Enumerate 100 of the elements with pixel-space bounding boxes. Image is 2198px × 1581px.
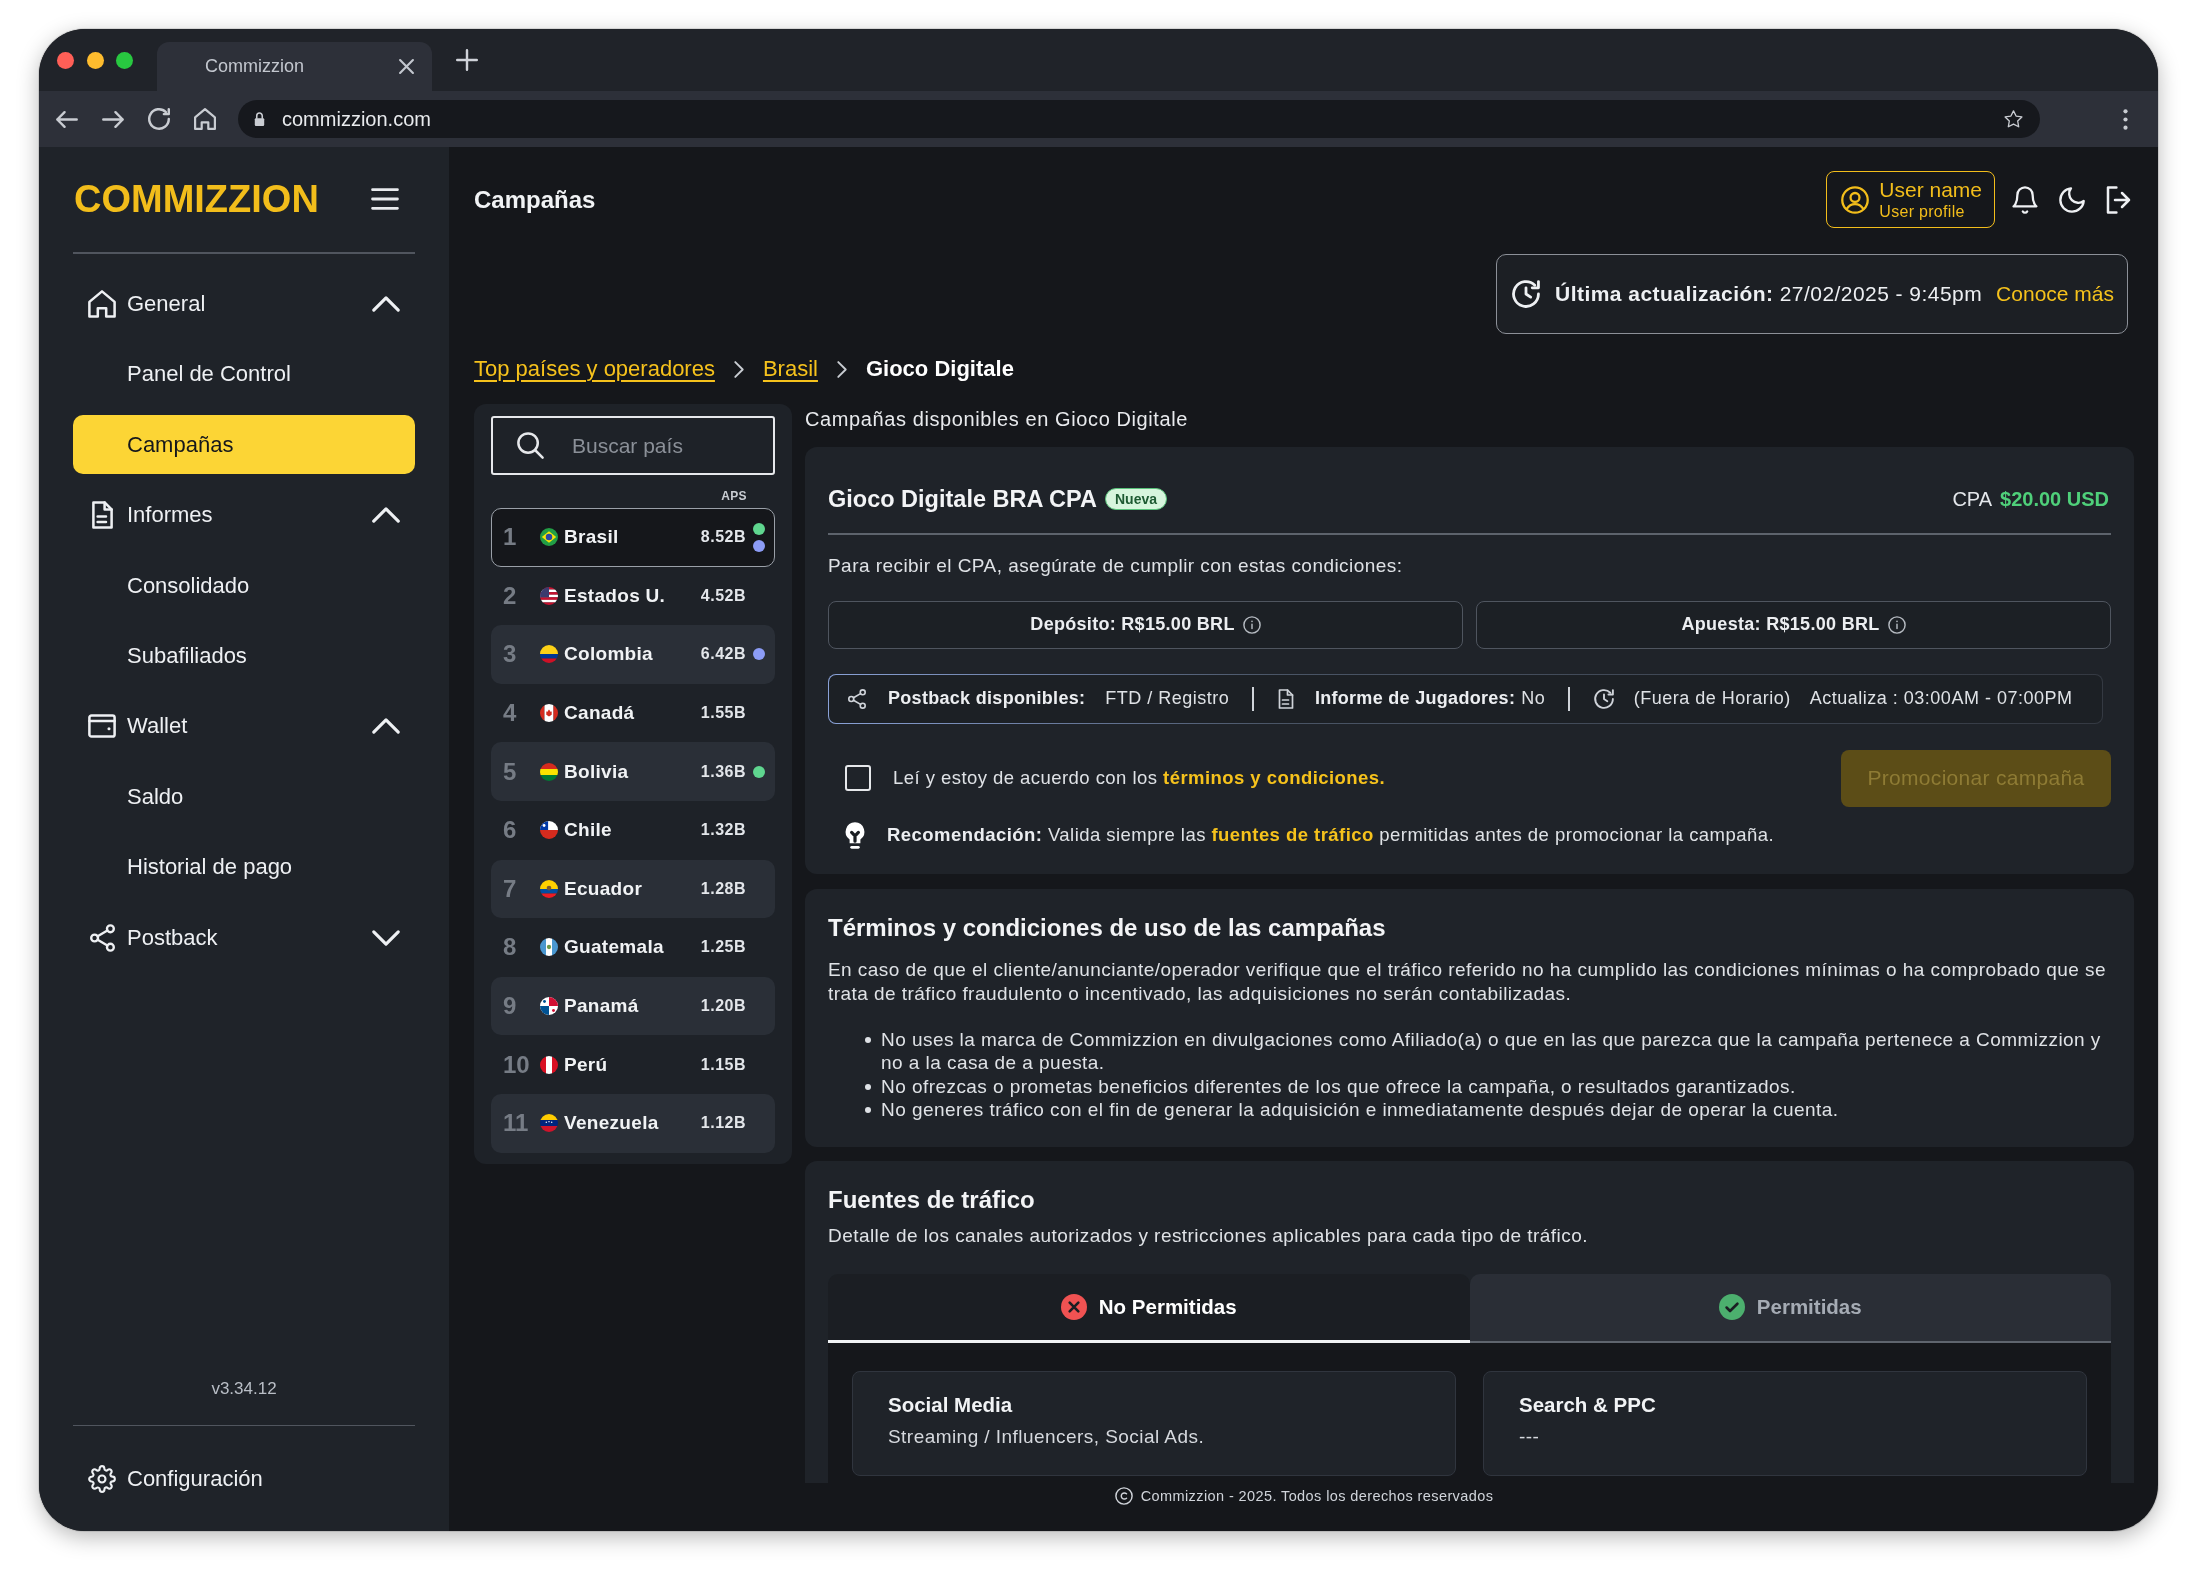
address-bar[interactable]: commizzion.com [238, 100, 2040, 138]
traffic-tab[interactable]: Permitidas [1469, 1273, 2111, 1343]
payout-amount: $20.00 USD [2000, 487, 2109, 511]
rule-text: No uses la marca de Commizzion en divulgaciones como Afiliado(a) o que en las que parezca que la campaña pertenece a Commizzion y no a la casa de a puesta. [881, 1027, 2102, 1075]
flag-icon [540, 879, 558, 898]
copyright-icon [1114, 1487, 1133, 1505]
document-icon [1277, 688, 1294, 709]
home-icon[interactable] [194, 108, 216, 130]
country-name: Perú [564, 1053, 609, 1076]
agreement-text: Leí y estoy de acuerdo con los términos y condiciones. [893, 767, 1387, 789]
country-row[interactable]: 1 Brasil 8.52B [491, 508, 775, 567]
browser-tab[interactable]: Commizzion [157, 42, 432, 91]
plus-icon[interactable] [456, 49, 478, 71]
info-icon[interactable] [1242, 615, 1261, 634]
country-name: Canadá [564, 702, 636, 725]
arrow-left-icon[interactable] [56, 110, 78, 128]
country-name: Venezuela [564, 1112, 660, 1135]
nav-item[interactable]: Subafiliados [73, 626, 415, 686]
country-row[interactable]: 11 Venezuela 1.12B [491, 1093, 775, 1153]
moon-icon[interactable] [2059, 185, 2085, 214]
traffic-sources-link[interactable]: fuentes de tráfico [1211, 824, 1374, 845]
lightbulb-icon [844, 820, 866, 850]
traffic-tab[interactable]: No Permitidas [828, 1273, 1470, 1343]
arrow-right-icon[interactable] [102, 110, 124, 128]
nav-item[interactable]: Campañas [73, 415, 415, 475]
payout-label: CPA [1952, 487, 1993, 511]
flag-icon [540, 997, 558, 1016]
country-name: Colombia [564, 643, 654, 666]
section-heading: Campañas disponibles en Gioco Digitale [805, 407, 1189, 432]
window-close-icon[interactable] [57, 51, 74, 69]
flag-icon [540, 821, 558, 840]
breadcrumb-link[interactable]: Brasil [762, 356, 818, 382]
check-circle-icon [1718, 1294, 1745, 1320]
schedule-status: (Fuera de Horario) [1633, 688, 1791, 709]
search-icon [517, 432, 544, 459]
menu-icon[interactable] [371, 188, 399, 210]
info-icon[interactable] [1887, 615, 1906, 634]
flag-icon [540, 645, 558, 664]
update-text: Última actualización: 27/02/2025 - 9:45pm [1555, 282, 1983, 306]
rank-number: 3 [503, 640, 518, 669]
lock-icon [254, 111, 265, 127]
source-name: Social Media [888, 1391, 1014, 1418]
learn-more-link[interactable]: Conoce más [1996, 282, 2114, 306]
bullet-icon [865, 1083, 871, 1090]
rank-number: 2 [503, 581, 518, 610]
nav-section-button[interactable]: Informes [73, 485, 415, 545]
reload-icon[interactable] [148, 108, 170, 130]
country-row[interactable]: 10 Perú 1.15B [491, 1035, 775, 1094]
country-row[interactable]: 2 Estados U. 4.52B [491, 566, 775, 626]
rank-number: 9 [503, 992, 518, 1021]
aps-value: 8.52B [700, 528, 746, 547]
country-row[interactable]: 8 Guatemala 1.25B [491, 918, 775, 977]
bell-icon[interactable] [2012, 185, 2038, 214]
search-field[interactable]: Buscar país [491, 416, 775, 475]
chevron-right-icon [836, 360, 847, 378]
rank-number: 10 [503, 1050, 531, 1079]
version-label: v3.34.12 [210, 1377, 278, 1400]
logout-icon[interactable] [2106, 185, 2131, 214]
nav-section-button[interactable]: Postback [73, 908, 415, 967]
bullet-icon [865, 1107, 871, 1113]
country-name: Chile [564, 819, 613, 842]
country-row[interactable]: 7 Ecuador 1.28B [491, 859, 775, 919]
window-maximize-icon[interactable] [116, 51, 133, 69]
source-detail: --- [1519, 1424, 1541, 1449]
nav-item[interactable]: Panel de Control [73, 344, 415, 404]
country-row[interactable]: 3 Colombia 6.42B [491, 625, 775, 684]
breadcrumb-link[interactable]: Top países y operadores [474, 356, 715, 382]
star-icon[interactable] [2004, 110, 2023, 128]
terms-link[interactable]: términos y condiciones [1163, 767, 1380, 788]
nav-item[interactable]: Consolidado [73, 556, 415, 616]
postback-label: Postback disponibles: [888, 688, 1086, 709]
breadcrumb-current: Gioco Digitale [865, 356, 1014, 382]
country-row[interactable]: 4 Canadá 1.55B [491, 683, 775, 743]
wallet-icon [88, 714, 116, 739]
close-icon[interactable] [399, 59, 414, 74]
nav-section-button[interactable]: General [73, 274, 415, 334]
vertical-dots-icon[interactable] [2123, 108, 2128, 130]
country-row[interactable]: 9 Panamá 1.20B [491, 976, 775, 1036]
nav-section-button[interactable]: Wallet [73, 696, 415, 756]
nav-item[interactable]: Saldo [73, 767, 415, 827]
user-icon [1841, 185, 1870, 214]
window-minimize-icon[interactable] [86, 51, 104, 69]
aps-value: 1.28B [700, 879, 746, 898]
copyright-text: Commizzion - 2025. Todos los derechos reservados [1140, 1487, 1494, 1505]
rank-number: 6 [503, 816, 518, 845]
country-row[interactable]: 5 Bolivia 1.36B [491, 742, 775, 801]
column-header: APS [720, 489, 748, 503]
document-icon [92, 501, 113, 530]
conditions-intro: Para recibir el CPA, asegúrate de cumplir con estas condiciones: [828, 553, 1404, 578]
checkbox[interactable] [845, 765, 871, 791]
settings-nav-item[interactable]: Configuración [73, 1426, 415, 1531]
source-name: Search & PPC [1519, 1391, 1657, 1418]
country-row[interactable]: 6 Chile 1.32B [491, 800, 775, 860]
traffic-sources-title: Fuentes de tráfico [828, 1184, 1036, 1215]
aps-value: 6.42B [700, 645, 746, 664]
chevron-right-icon [733, 360, 744, 378]
user-profile-button[interactable]: User name User profile [1826, 171, 1995, 228]
aps-value: 1.36B [700, 762, 746, 781]
nav-item[interactable]: Historial de pago [73, 837, 415, 897]
settings-icon [88, 1464, 116, 1493]
